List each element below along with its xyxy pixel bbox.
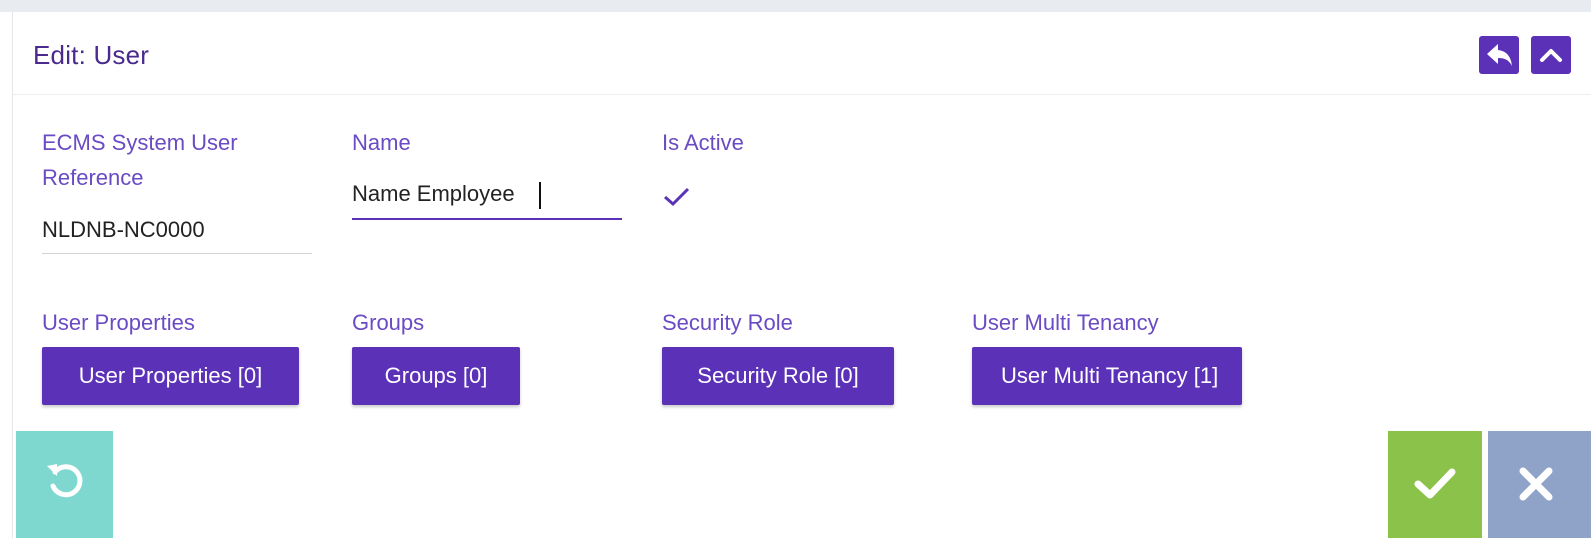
reset-button[interactable] bbox=[16, 431, 113, 538]
user-properties-button[interactable]: User Properties [0] bbox=[42, 347, 299, 405]
page-title: Edit: User bbox=[33, 40, 150, 70]
name-label: Name bbox=[352, 130, 411, 155]
cancel-button[interactable] bbox=[1488, 431, 1591, 538]
security-role-label: Security Role bbox=[662, 310, 793, 335]
groups-button[interactable]: Groups [0] bbox=[352, 347, 520, 405]
groups-label: Groups bbox=[352, 310, 425, 335]
multi-tenancy-label: User Multi Tenancy bbox=[972, 310, 1159, 335]
check-icon bbox=[1414, 468, 1456, 499]
edit-user-panel: Edit: User ECMS System User Reference NL… bbox=[12, 12, 1591, 538]
reference-value: NLDNB-NC0000 bbox=[42, 217, 205, 242]
top-strip bbox=[0, 0, 1591, 12]
name-underline bbox=[352, 218, 622, 220]
reply-icon bbox=[1487, 44, 1512, 66]
text-caret bbox=[539, 182, 541, 209]
reference-underline bbox=[42, 253, 312, 254]
panel-header: Edit: User bbox=[13, 12, 1591, 95]
name-input-value: Name Employee bbox=[352, 181, 515, 206]
name-input[interactable]: Name Employee bbox=[352, 178, 622, 220]
multi-tenancy-button[interactable]: User Multi Tenancy [1] bbox=[972, 347, 1242, 405]
reference-label: ECMS System User Reference bbox=[42, 130, 238, 190]
security-role-button[interactable]: Security Role [0] bbox=[662, 347, 894, 405]
chevron-up-icon bbox=[1540, 49, 1562, 62]
save-button[interactable] bbox=[1388, 431, 1482, 538]
close-icon bbox=[1519, 467, 1553, 501]
user-properties-label: User Properties bbox=[42, 310, 195, 335]
is-active-checkbox[interactable] bbox=[660, 180, 694, 214]
is-active-label: Is Active bbox=[662, 130, 744, 155]
reset-icon bbox=[47, 464, 83, 498]
check-icon bbox=[664, 187, 690, 207]
collapse-button[interactable] bbox=[1531, 36, 1571, 74]
back-button[interactable] bbox=[1479, 36, 1519, 74]
